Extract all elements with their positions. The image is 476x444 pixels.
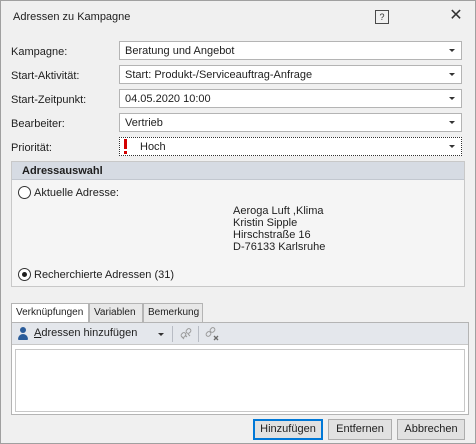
address-line: D-76133 Karlsruhe [233,241,326,253]
researched-addresses-radio[interactable] [18,268,31,281]
prioritaet-combo[interactable]: Hoch [119,137,462,156]
prioritaet-label: Priorität: [11,142,52,154]
links-list[interactable] [15,349,465,412]
kampagne-label: Kampagne: [11,46,68,58]
current-address-radio[interactable] [18,186,31,199]
toolbar-separator [172,326,173,342]
tab-panel: Adressen hinzufügen [11,322,469,415]
start-zeitpunkt-picker[interactable]: 04.05.2020 10:00 [119,89,462,108]
current-address-label[interactable]: Aktuelle Adresse: [34,187,119,199]
link-icon[interactable] [178,326,194,342]
chevron-down-icon[interactable] [449,97,455,100]
add-addresses-label: dressen hinzufügen [41,327,138,339]
add-button[interactable]: Hinzufügen [253,419,323,440]
tab-verknuepfungen[interactable]: Verknüpfungen [11,303,89,323]
address-selection-group: Adressauswahl Aktuelle Adresse: Aeroga L… [11,161,465,287]
chevron-down-icon[interactable] [449,145,455,148]
help-button[interactable]: ? [375,10,389,24]
cancel-button[interactable]: Abbrechen [397,419,465,440]
radio-selected-dot [22,272,27,277]
start-aktivitaet-combo[interactable]: Start: Produkt-/Serviceauftrag-Anfrage [119,65,462,84]
chevron-down-icon[interactable] [449,73,455,76]
start-zeitpunkt-label: Start-Zeitpunkt: [11,94,87,106]
bearbeiter-value: Vertrieb [125,117,163,129]
toolbar-separator [198,326,199,342]
priority-exclamation-icon [124,139,128,154]
window-title: Adressen zu Kampagne [13,11,131,23]
address-line: Kristin Sipple [233,217,298,229]
unlink-icon[interactable] [204,326,220,342]
tab-variablen[interactable]: Variablen [89,303,143,322]
chevron-down-icon[interactable] [158,333,164,336]
start-aktivitaet-label: Start-Aktivität: [11,70,80,82]
person-icon [18,327,28,340]
researched-addresses-label[interactable]: Recherchierte Adressen (31) [34,269,174,281]
start-zeitpunkt-value: 04.05.2020 10:00 [125,93,211,105]
bearbeiter-combo[interactable]: Vertrieb [119,113,462,132]
tabs-area: Verknüpfungen Variablen Bemerkung Adress… [11,303,469,415]
chevron-down-icon[interactable] [449,49,455,52]
close-button[interactable]: ✕ [445,5,467,27]
chevron-down-icon[interactable] [449,121,455,124]
links-toolbar: Adressen hinzufügen [12,323,468,345]
title-bar: Adressen zu Kampagne ? ✕ [1,1,475,33]
remove-button[interactable]: Entfernen [328,419,392,440]
add-addresses-button[interactable]: Adressen hinzufügen [34,327,137,339]
address-line: Aeroga Luft ,Klima [233,205,324,217]
kampagne-value: Beratung und Angebot [125,45,235,57]
tab-bemerkung[interactable]: Bemerkung [143,303,203,322]
kampagne-combo[interactable]: Beratung und Angebot [119,41,462,60]
start-aktivitaet-value: Start: Produkt-/Serviceauftrag-Anfrage [125,69,313,81]
prioritaet-value: Hoch [140,141,166,153]
address-line: Hirschstraße 16 [233,229,311,241]
group-title: Adressauswahl [22,165,103,177]
group-header: Adressauswahl [12,162,464,180]
bearbeiter-label: Bearbeiter: [11,118,65,130]
dialog-window: Adressen zu Kampagne ? ✕ Kampagne: Berat… [0,0,476,444]
